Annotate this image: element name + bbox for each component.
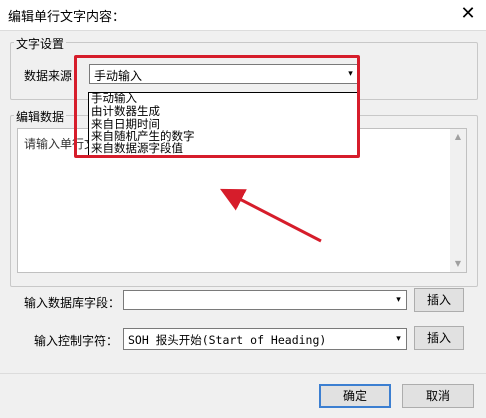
edit-data-label: 编辑数据 [14,108,67,125]
vertical-scrollbar[interactable]: ▲ ▼ [450,129,466,272]
source-dropdown-list: 手动输入 由计数器生成 来自日期时间 来自随机产生的数字 来自数据源字段值 [88,92,360,156]
close-icon[interactable]: ✕ [458,3,478,24]
insert-control-char-button[interactable]: 插入 [414,326,464,350]
window-title: 编辑单行文字内容： [8,10,126,25]
control-char-label: 输入控制字符： [34,334,119,348]
dropdown-option[interactable]: 来自数据源字段值 [91,142,183,155]
control-char-value: SOH 报头开始(Start of Heading) [128,333,327,347]
text-settings-label: 文字设置 [14,35,67,52]
footer-divider [0,373,486,374]
chevron-down-icon[interactable]: ▾ [391,291,406,309]
chevron-down-icon[interactable]: ▾ [391,329,406,349]
chevron-down-icon[interactable]: ▾ [343,65,358,83]
content-placeholder: 请输入单行文 [24,137,97,151]
source-value: 手动输入 [94,69,143,83]
db-field-label: 输入数据库字段： [24,296,121,310]
source-label: 数据来源： [24,69,85,83]
cancel-button[interactable]: 取消 [402,384,474,408]
source-combo[interactable]: 手动输入 ▾ [89,64,359,84]
scroll-up-icon[interactable]: ▲ [450,129,466,145]
control-char-combo[interactable]: SOH 报头开始(Start of Heading) ▾ [123,328,407,350]
insert-db-field-button[interactable]: 插入 [414,288,464,312]
scroll-down-icon[interactable]: ▼ [450,256,466,272]
title-bar: 编辑单行文字内容： ✕ [0,0,486,30]
db-field-combo[interactable]: ▾ [123,290,407,310]
ok-button[interactable]: 确定 [319,384,391,408]
